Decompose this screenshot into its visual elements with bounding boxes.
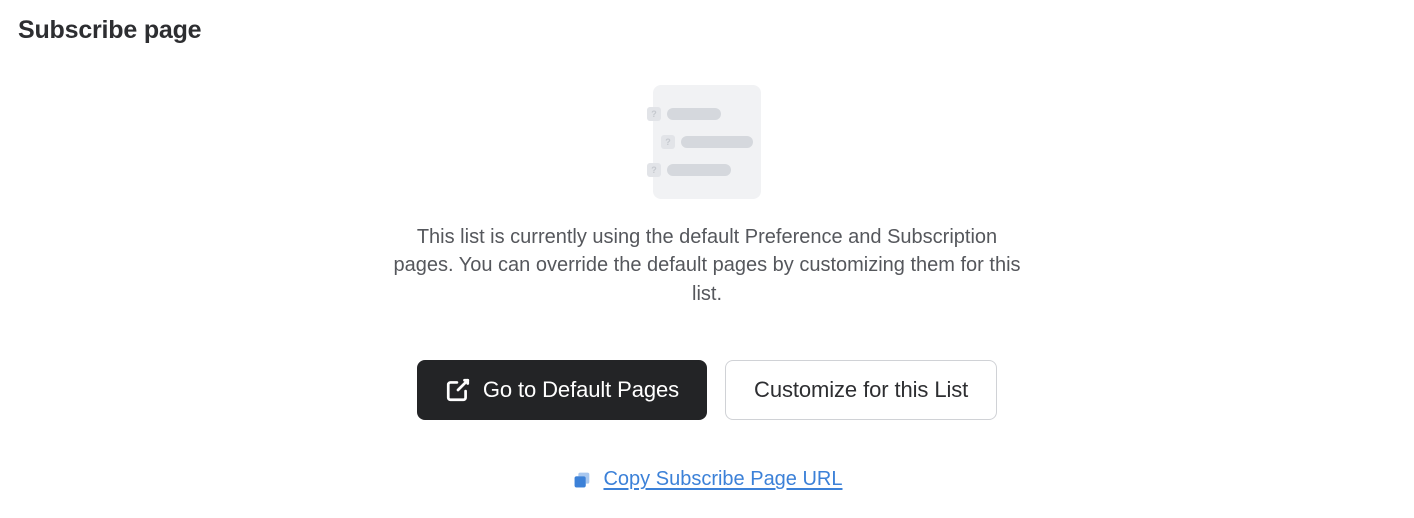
copy-subscribe-page-url-link[interactable]: Copy Subscribe Page URL	[571, 468, 842, 491]
copy-icon	[571, 469, 593, 491]
illustration-row: ?	[647, 107, 721, 121]
go-to-default-pages-button[interactable]: Go to Default Pages	[417, 360, 707, 420]
illustration-bar	[667, 164, 731, 176]
illustration-bar	[681, 136, 753, 148]
illustration-row: ?	[661, 135, 753, 149]
empty-state-illustration: ? ? ?	[653, 85, 761, 199]
external-link-icon	[445, 377, 471, 403]
copy-link-label: Copy Subscribe Page URL	[603, 468, 842, 491]
customize-for-this-list-button[interactable]: Customize for this List	[725, 360, 997, 420]
description-text: This list is currently using the default…	[387, 223, 1027, 308]
question-icon: ?	[661, 135, 675, 149]
question-icon: ?	[647, 107, 661, 121]
question-icon: ?	[647, 163, 661, 177]
button-row: Go to Default Pages Customize for this L…	[417, 360, 997, 420]
page-title: Subscribe page	[18, 16, 1396, 45]
button-label: Go to Default Pages	[483, 377, 679, 403]
illustration-row: ?	[647, 163, 731, 177]
button-label: Customize for this List	[754, 377, 968, 403]
illustration-bar	[667, 108, 721, 120]
content-area: ? ? ? This list is currently using the d…	[18, 85, 1396, 491]
